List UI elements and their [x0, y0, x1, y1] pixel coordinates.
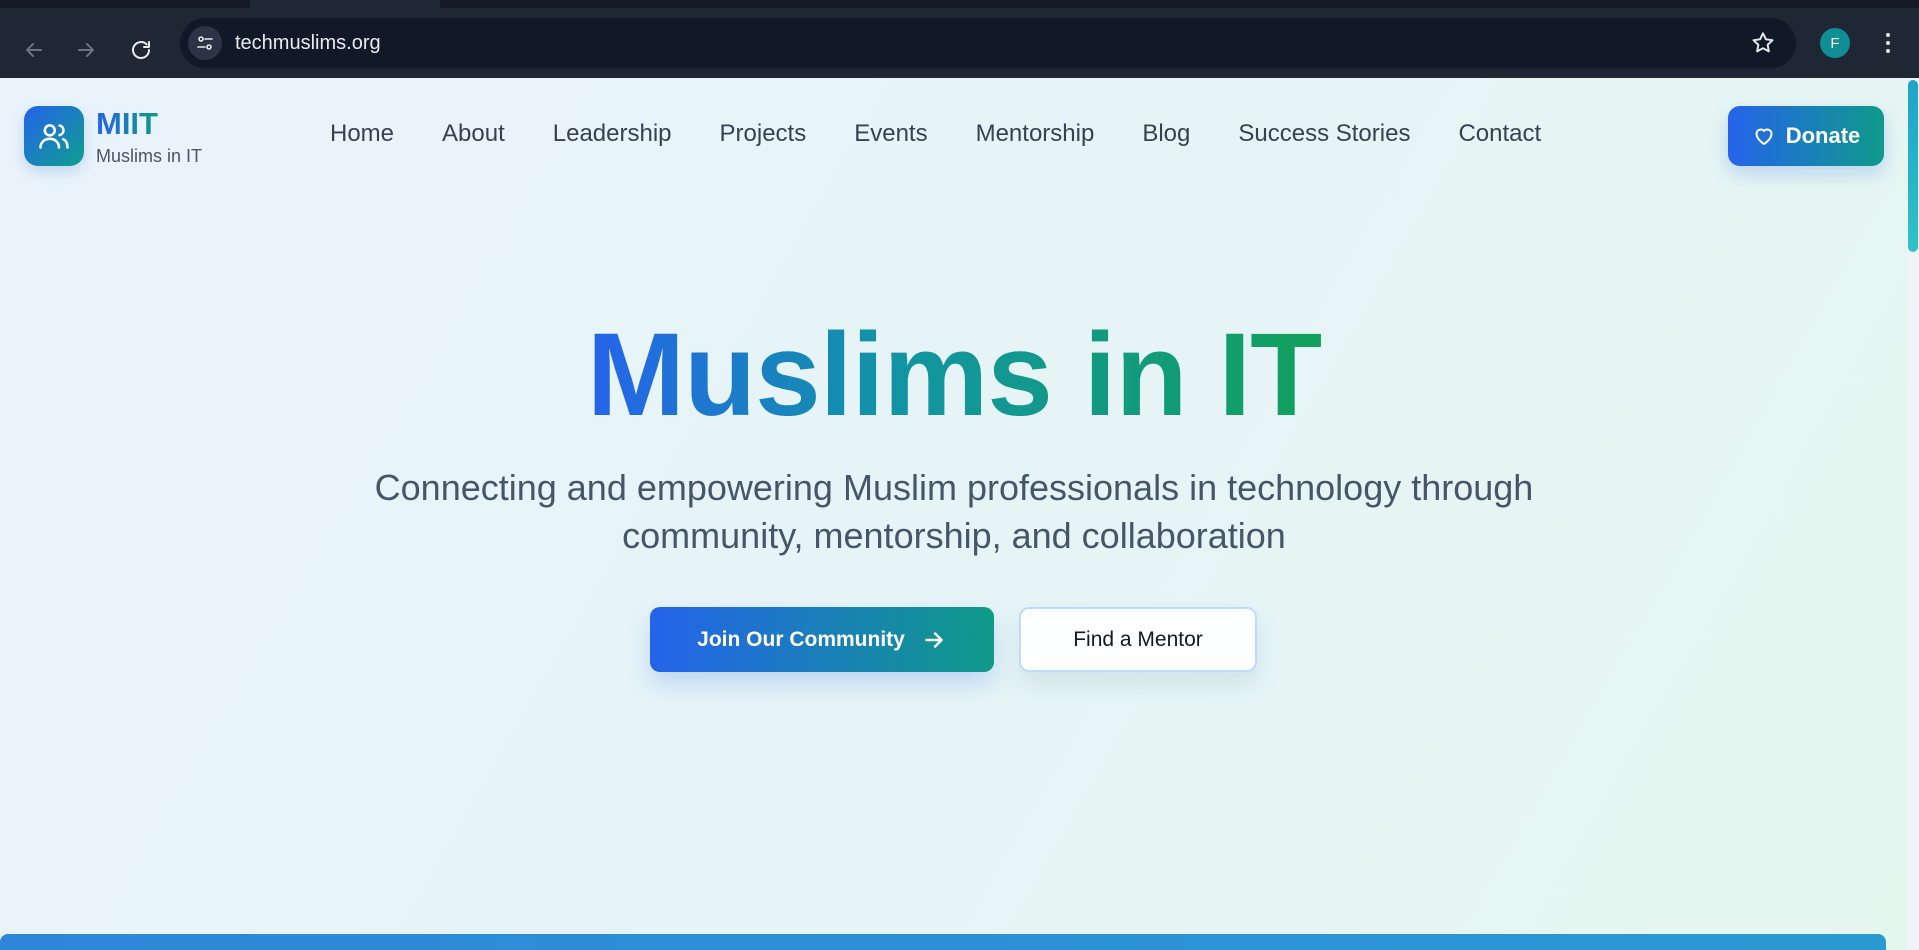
join-community-label: Join Our Community	[697, 627, 905, 651]
reload-button[interactable]	[121, 30, 161, 70]
brand-name[interactable]: MIIT	[96, 106, 158, 142]
site-info-button[interactable]	[188, 26, 222, 60]
donate-button[interactable]: Donate	[1728, 106, 1884, 166]
arrow-left-icon	[26, 43, 42, 57]
heart-icon	[1755, 128, 1773, 145]
hero-title-text: Muslims in IT	[586, 309, 1322, 441]
tune-icon	[197, 36, 213, 50]
arrow-right-icon	[78, 43, 94, 57]
back-button[interactable]	[14, 30, 54, 70]
active-tab[interactable]	[250, 0, 440, 8]
nav-mentorship[interactable]: Mentorship	[976, 120, 1095, 152]
nav-home[interactable]: Home	[330, 120, 394, 152]
hero-subtitle-line-1: Connecting and empowering Muslim profess…	[374, 467, 1534, 508]
hero-subtitle-line-2: community, mentorship, and collaboration	[622, 515, 1286, 556]
page-viewport: MIIT Muslims in IT Home About Leadership…	[0, 78, 1919, 950]
hero-subtitle: Connecting and empowering Muslim profess…	[300, 464, 1608, 560]
next-section-edge	[0, 934, 1886, 950]
forward-button[interactable]	[66, 30, 106, 70]
page-scrollbar[interactable]	[1907, 78, 1919, 950]
hero-title: Muslims in IT	[0, 310, 1908, 440]
site-logo[interactable]	[24, 106, 84, 166]
users-icon	[39, 124, 69, 149]
kebab-menu-icon[interactable]	[1876, 28, 1900, 58]
nav-events[interactable]: Events	[854, 120, 927, 152]
nav-projects[interactable]: Projects	[720, 120, 807, 152]
nav-about[interactable]: About	[442, 120, 505, 152]
address-bar[interactable]: techmuslims.org	[180, 18, 1796, 68]
nav-leadership[interactable]: Leadership	[553, 120, 672, 152]
browser-toolbar: techmuslims.org F	[0, 8, 1919, 78]
arrow-right-icon	[925, 631, 943, 648]
find-mentor-label: Find a Mentor	[1073, 627, 1203, 651]
nav-blog[interactable]: Blog	[1142, 120, 1190, 152]
donate-label: Donate	[1785, 123, 1861, 148]
reload-icon	[132, 41, 150, 59]
nav-contact[interactable]: Contact	[1458, 120, 1541, 152]
url-text[interactable]: techmuslims.org	[235, 32, 381, 55]
nav-success-stories[interactable]: Success Stories	[1238, 120, 1410, 152]
profile-avatar[interactable]: F	[1820, 28, 1850, 58]
main-nav: Home About Leadership Projects Events Me…	[330, 120, 1541, 152]
join-community-button[interactable]: Join Our Community	[650, 607, 994, 672]
star-icon[interactable]	[1750, 30, 1776, 56]
tab-strip	[0, 0, 1919, 8]
brand-tagline: Muslims in IT	[96, 146, 203, 166]
find-mentor-button[interactable]: Find a Mentor	[1019, 607, 1257, 672]
scrollbar-thumb[interactable]	[1908, 80, 1918, 252]
